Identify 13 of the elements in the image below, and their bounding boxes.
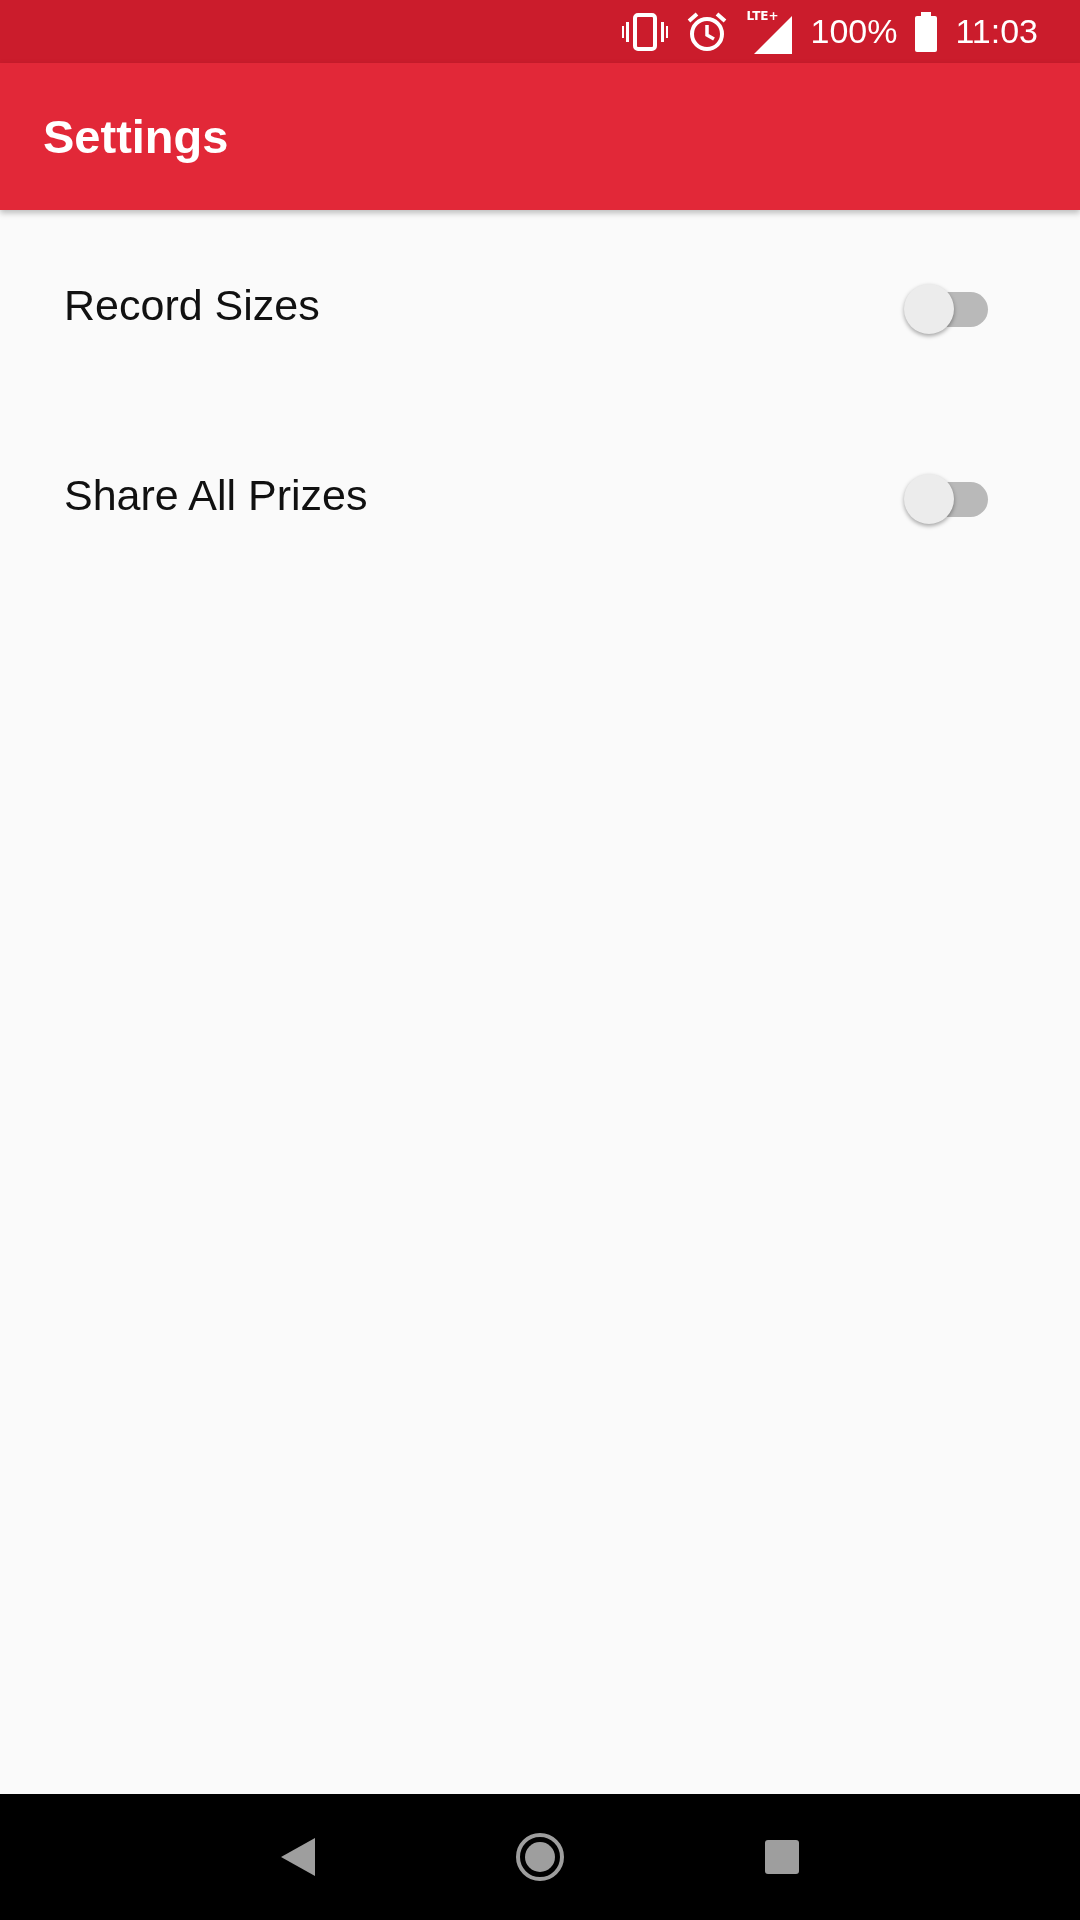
screen-title: Settings: [43, 109, 229, 164]
setting-row[interactable]: Share All Prizes: [0, 400, 1080, 590]
battery-icon: [915, 11, 938, 52]
back-icon[interactable]: [281, 1838, 315, 1876]
vibrate-icon: [622, 11, 669, 52]
home-icon[interactable]: [515, 1832, 565, 1882]
battery-percent: 100%: [810, 12, 898, 51]
clock: 11:03: [955, 12, 1038, 51]
setting-label: Share All Prizes: [64, 470, 368, 520]
setting-row[interactable]: Record Sizes: [0, 210, 1080, 400]
network-type: LTE+: [746, 9, 779, 22]
setting-label: Record Sizes: [64, 280, 320, 330]
alarm-icon: [686, 10, 729, 53]
